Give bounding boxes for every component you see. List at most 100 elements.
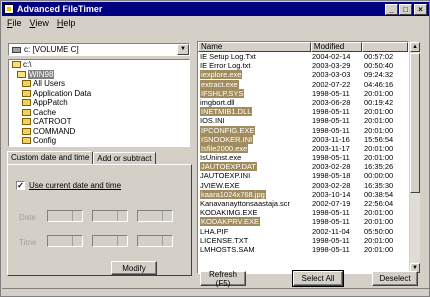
- folder-open-icon: [12, 61, 21, 69]
- tree-item[interactable]: CATROOT: [9, 117, 189, 127]
- file-row[interactable]: IFSHLP.SYS 1998-05-11 20:01:00: [198, 88, 408, 98]
- file-name: KODAKPRV.EXE: [200, 217, 260, 227]
- file-row[interactable]: LICENSE.TXT 1998-05-11 20:01:00: [198, 236, 408, 245]
- file-modified-date: 1998-05-18: [312, 171, 351, 181]
- tree-item-label: Cache: [33, 107, 57, 117]
- file-row[interactable]: IE Error Log.txt 2003-03-29 00:50:40: [198, 61, 408, 70]
- date-year-spinner[interactable]: [137, 210, 173, 222]
- deselect-button[interactable]: Deselect: [372, 271, 418, 286]
- file-modified-time: 05:50:00: [364, 226, 394, 236]
- menu-file[interactable]: File: [3, 17, 26, 29]
- file-modified-date: 1998-05-11: [312, 107, 350, 117]
- time-hour-spinner[interactable]: [47, 235, 83, 247]
- file-row[interactable]: ISNOOKER.INI 2003-11-16 15:56:54: [198, 134, 408, 144]
- column-modified[interactable]: Modified: [310, 42, 363, 52]
- title-bar[interactable]: Advanced FileTimer _ □ ×: [2, 2, 429, 16]
- select-all-button[interactable]: Select All: [292, 270, 344, 287]
- file-modified-time: 22:56:04: [364, 199, 394, 208]
- file-row[interactable]: IE Setup Log.Txt 2004-02-14 00:57:02: [198, 52, 408, 61]
- file-row[interactable]: Kanavanayttonsaastaja.scr 2002-07-19 22:56…: [198, 199, 408, 208]
- file-name: KODAKIMG.EXE: [200, 208, 258, 218]
- file-modified-date: 2003-02-28: [312, 180, 351, 190]
- time-minute-spinner[interactable]: [92, 235, 128, 247]
- folder-icon: [22, 108, 31, 116]
- folder-tree[interactable]: c:\ WIN98 All Users Application Data AppPatc…: [8, 59, 190, 147]
- tree-item[interactable]: WIN98: [9, 69, 189, 80]
- file-name: LHA.PIF: [200, 226, 229, 236]
- scroll-thumb[interactable]: [410, 53, 420, 193]
- menu-help[interactable]: Help: [53, 17, 80, 29]
- file-modified-date: 2002-11-04: [312, 226, 350, 236]
- file-name: IE Error Log.txt: [200, 61, 251, 71]
- modify-button[interactable]: Modify: [111, 261, 157, 275]
- file-row[interactable]: KODAKIMG.EXE 1998-05-11 20:01:00: [198, 208, 408, 217]
- file-modified-time: 00:19:42: [364, 97, 394, 107]
- date-month-spinner[interactable]: [92, 210, 128, 222]
- file-modified-time: 20:01:00: [364, 217, 394, 227]
- tree-item[interactable]: Cache: [9, 108, 189, 118]
- file-rows: IE Setup Log.Txt 2004-02-14 00:57:02 IE Err…: [198, 52, 408, 254]
- status-bar: [2, 288, 429, 297]
- file-row[interactable]: Isfile2000.exe 2003-11-17 20:01:00: [198, 143, 408, 153]
- maximize-button[interactable]: □: [399, 3, 412, 15]
- file-row[interactable]: JAUTOEXP.DAT 2003-02-28 16:35:26: [198, 162, 408, 172]
- file-name: IsUninst.exe: [200, 153, 242, 163]
- file-row[interactable]: JVIEW.EXE 2003-02-28 16:35:30: [198, 181, 408, 190]
- tab-custom-date-time[interactable]: Custom date and time: [7, 151, 94, 164]
- drive-select-value: c: [VOLUME C]: [24, 45, 79, 54]
- file-name: ISNOOKER.INI: [200, 134, 254, 144]
- use-current-checkbox[interactable]: ✓: [16, 181, 25, 190]
- column-time[interactable]: [362, 42, 408, 52]
- file-row[interactable]: IOS.INI 1998-05-11 20:01:00: [198, 116, 408, 125]
- scroll-up-icon[interactable]: ▲: [410, 42, 420, 52]
- tree-item[interactable]: AppPatch: [9, 98, 189, 108]
- tree-item-label: Config: [33, 136, 57, 146]
- file-row[interactable]: JAUTOEXP.INI 1998-05-18 00:00:00: [198, 171, 408, 180]
- file-row[interactable]: kaara1024x768.jpg 2003-10-14 00:38:54: [198, 189, 408, 199]
- app-clock-icon: [4, 4, 14, 14]
- refresh-button[interactable]: Refresh (F5): [200, 270, 246, 288]
- tree-item[interactable]: All Users: [9, 79, 189, 89]
- close-button[interactable]: ×: [414, 3, 427, 15]
- menu-view[interactable]: View: [26, 17, 53, 29]
- tree-item[interactable]: Application Data: [9, 89, 189, 99]
- file-modified-time: 16:35:26: [364, 162, 394, 172]
- file-row[interactable]: LHA.PIF 2002-11-04 05:50:00: [198, 227, 408, 236]
- tab-add-subtract[interactable]: Add or subtract: [93, 152, 156, 164]
- file-list[interactable]: Name Modified IE Setup Log.Txt 2004-02-14…: [197, 41, 409, 274]
- file-row[interactable]: LMHOSTS.SAM 1998-05-11 20:01:00: [198, 245, 408, 254]
- file-modified-time: 20:01:00: [364, 235, 394, 245]
- time-label: Time: [19, 238, 37, 247]
- file-row[interactable]: KODAKPRV.EXE 1998-05-11 20:01:00: [198, 217, 408, 227]
- file-name: JAUTOEXP.INI: [200, 171, 251, 181]
- file-name: JAUTOEXP.DAT: [200, 162, 258, 172]
- tree-item[interactable]: c:\: [9, 60, 189, 70]
- menu-help-rest: elp: [63, 18, 76, 28]
- tree-item[interactable]: COMMAND: [9, 127, 189, 137]
- file-row[interactable]: iexplore.exe 2003-03-03 09:24:32: [198, 70, 408, 80]
- file-row[interactable]: IPCONFIG.EXE 1998-05-11 20:01:00: [198, 125, 408, 135]
- file-row[interactable]: IsUninst.exe 1998-05-11 20:01:00: [198, 153, 408, 162]
- file-row[interactable]: imgbort.dll 2003-06-28 00:19:42: [198, 98, 408, 107]
- file-list-scrollbar[interactable]: ▲ ▼: [409, 41, 421, 274]
- chevron-down-icon[interactable]: ▼: [177, 44, 189, 55]
- time-second-spinner[interactable]: [137, 235, 173, 247]
- file-name: IPCONFIG.EXE: [200, 125, 256, 135]
- file-modified-time: 00:38:54: [364, 189, 394, 199]
- use-current-option[interactable]: ✓ Use current date and time: [16, 181, 121, 190]
- file-row[interactable]: extract.exe 2002-07-22 04:46:16: [198, 79, 408, 89]
- file-modified-date: 1998-05-11: [312, 217, 350, 227]
- file-name: LICENSE.TXT: [200, 235, 249, 245]
- drive-select[interactable]: c: [VOLUME C] ▼: [8, 43, 190, 56]
- file-modified-date: 2003-06-28: [312, 97, 351, 107]
- column-name[interactable]: Name: [198, 42, 311, 52]
- file-name: imgbort.dll: [200, 97, 235, 107]
- file-name: iexplore.exe: [200, 70, 243, 80]
- menu-view-rest: iew: [35, 18, 49, 28]
- file-modified-date: 1998-05-11: [312, 244, 350, 254]
- date-day-spinner[interactable]: [47, 210, 83, 222]
- file-row[interactable]: INETMIB1.DLL 1998-05-11 20:01:00: [198, 107, 408, 117]
- minimize-button[interactable]: _: [385, 3, 398, 15]
- file-name: IOS.INI: [200, 116, 225, 126]
- tree-item[interactable]: Config: [9, 136, 189, 146]
